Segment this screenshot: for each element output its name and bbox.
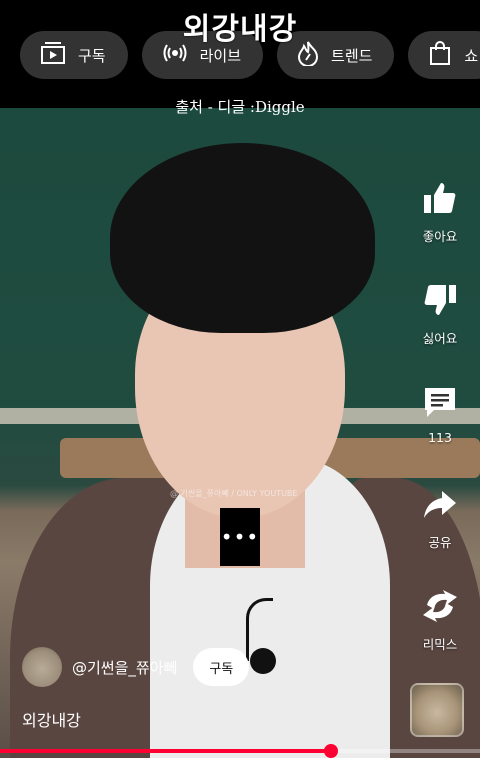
comments-button[interactable]: 113	[400, 382, 480, 484]
overlay-watermark: @ 기썬을_쮸아뻬 / ONLY YOUTUBE	[170, 489, 298, 498]
comment-count: 113	[428, 430, 452, 445]
remix-button[interactable]: 리믹스	[400, 586, 480, 688]
like-label: 좋아요	[422, 229, 458, 244]
shorts-player[interactable]: 외강내강 구독 라이브 트렌드 쇼 출처 - 디글 :Diggle 좋아요 싫어…	[0, 0, 480, 758]
thumbs-down-icon	[420, 280, 460, 320]
dislike-label: 싫어요	[422, 331, 458, 346]
avatar[interactable]	[22, 647, 62, 687]
progress-bar[interactable]	[0, 744, 480, 758]
sound-thumbnail[interactable]	[410, 683, 464, 737]
channel-watermark: 외강내강	[182, 12, 298, 47]
thumbs-up-icon	[420, 178, 460, 218]
more-options-button[interactable]: •••	[220, 508, 260, 566]
channel-handle[interactable]: @기썬을_쮸아뻬	[72, 657, 177, 678]
remix-label: 리믹스	[422, 637, 458, 652]
video-title[interactable]: 외강내강	[22, 707, 81, 731]
remix-icon	[420, 586, 460, 626]
subscribe-button[interactable]: 구독	[193, 648, 250, 686]
lapel-mic	[250, 648, 276, 674]
more-dots-icon: •••	[220, 525, 260, 549]
share-label: 공유	[428, 535, 452, 550]
comment-icon	[420, 382, 460, 422]
share-icon	[420, 484, 460, 524]
channel-row: @기썬을_쮸아뻬 구독	[22, 646, 250, 688]
progress-fill	[0, 749, 332, 753]
credit-caption: 출처 - 디글 :Diggle	[175, 98, 305, 116]
like-button[interactable]: 좋아요	[400, 178, 480, 280]
share-button[interactable]: 공유	[400, 484, 480, 586]
dislike-button[interactable]: 싫어요	[400, 280, 480, 382]
action-rail: 좋아요 싫어요 113 공유 리믹스	[400, 178, 480, 688]
hair	[110, 143, 375, 333]
